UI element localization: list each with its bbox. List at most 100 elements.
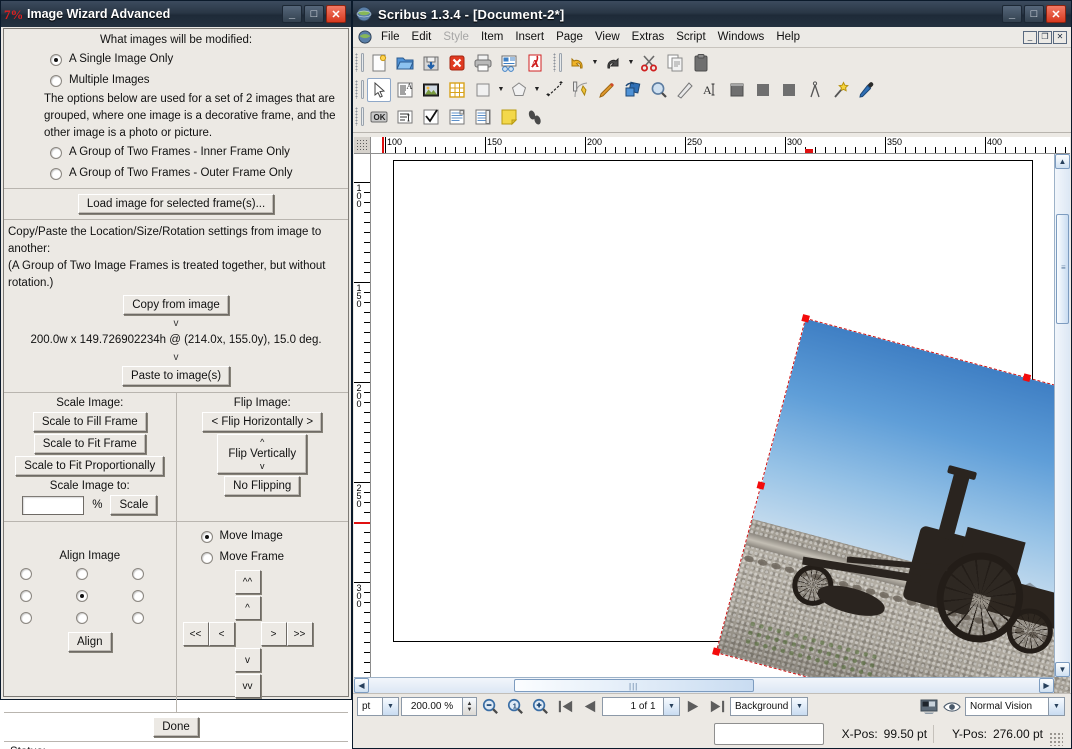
- print-preview-icon[interactable]: [497, 51, 521, 75]
- zoom-spinner[interactable]: ▲ ▼: [463, 697, 477, 716]
- zoom-out-icon[interactable]: [479, 696, 502, 718]
- menu-script[interactable]: Script: [670, 29, 711, 45]
- freehand-line-icon[interactable]: [595, 78, 619, 102]
- measurements-icon[interactable]: [751, 78, 775, 102]
- window-resize-grip[interactable]: [1049, 732, 1063, 746]
- align-cell-bottom-right[interactable]: [131, 612, 144, 624]
- print-icon[interactable]: [471, 51, 495, 75]
- redo-icon[interactable]: [601, 51, 625, 75]
- radio-multiple-images[interactable]: Multiple Images: [10, 70, 342, 91]
- undo-dropdown-icon[interactable]: ▼: [590, 51, 600, 75]
- align-cell-middle-center[interactable]: [75, 590, 88, 602]
- scribus-close-button[interactable]: ✕: [1046, 5, 1066, 23]
- scribus-minimize-button[interactable]: _: [1002, 5, 1022, 23]
- spinner-down-icon[interactable]: ▼: [467, 707, 473, 713]
- last-page-icon[interactable]: [706, 696, 728, 717]
- canvas-horizontal-scrollbar[interactable]: ◀ ||| ▶: [354, 677, 1054, 693]
- measure-compass-icon[interactable]: [803, 78, 827, 102]
- vertical-scroll-thumb[interactable]: ≡: [1056, 214, 1069, 324]
- move-right-button[interactable]: >: [260, 622, 287, 646]
- radio-inner-frame-only[interactable]: A Group of Two Frames - Inner Frame Only: [10, 142, 342, 163]
- zoom-in-icon[interactable]: [529, 696, 552, 718]
- scale-to-fit-frame-button[interactable]: Scale to Fit Frame: [33, 434, 146, 454]
- pdf-button-icon[interactable]: OK: [367, 105, 391, 129]
- pdf-text-field-icon[interactable]: [393, 105, 417, 129]
- vertical-ruler[interactable]: 1 0 0 1 5 0 2 0 0 2 5 0 3 0 0: [354, 154, 371, 693]
- paste-icon[interactable]: [689, 51, 713, 75]
- wizard-titlebar[interactable]: 7% Image Wizard Advanced _ □ ✕: [1, 1, 351, 27]
- mdi-close-button[interactable]: ✕: [1053, 30, 1067, 44]
- menu-view[interactable]: View: [589, 29, 626, 45]
- page-surface[interactable]: [371, 154, 1070, 693]
- insert-table-icon[interactable]: [445, 78, 469, 102]
- polygon-dropdown-icon[interactable]: ▼: [532, 78, 542, 102]
- paste-to-images-button[interactable]: Paste to image(s): [121, 366, 231, 386]
- mdi-restore-button[interactable]: ❐: [1038, 30, 1052, 44]
- insert-line-icon[interactable]: [543, 78, 567, 102]
- flip-vertically-button[interactable]: ^ Flip Vertically v: [217, 434, 308, 474]
- radio-indicator[interactable]: [50, 167, 62, 180]
- selected-image-frame[interactable]: [712, 314, 1070, 693]
- wizard-close-button[interactable]: ✕: [326, 5, 346, 23]
- move-down-big-button[interactable]: vv: [234, 674, 261, 698]
- pdf-link-annotation-icon[interactable]: [523, 105, 547, 129]
- first-page-icon[interactable]: [554, 696, 576, 717]
- layer-combo[interactable]: Background ▼: [730, 697, 808, 716]
- done-button[interactable]: Done: [153, 717, 199, 737]
- unit-combo[interactable]: pt ▼: [357, 697, 399, 716]
- scribus-titlebar[interactable]: Scribus 1.3.4 - [Document-2*] _ □ ✕: [353, 1, 1071, 27]
- undo-icon[interactable]: [565, 51, 589, 75]
- radio-single-image-only[interactable]: A Single Image Only: [10, 49, 342, 70]
- previous-page-icon[interactable]: [578, 696, 600, 717]
- align-cell-middle-right[interactable]: [131, 590, 144, 602]
- radio-move-frame[interactable]: Move Frame: [183, 547, 343, 568]
- pdf-list-box-icon[interactable]: [471, 105, 495, 129]
- toolbar-grip-pdf[interactable]: [355, 105, 364, 128]
- zoom-icon[interactable]: [647, 78, 671, 102]
- chevron-down-icon[interactable]: ▼: [382, 698, 398, 715]
- save-document-icon[interactable]: [419, 51, 443, 75]
- pdf-combo-box-icon[interactable]: [445, 105, 469, 129]
- page-chevron-down-icon[interactable]: ▼: [663, 698, 679, 715]
- pdf-annotation-icon[interactable]: [497, 105, 521, 129]
- ruler-corner[interactable]: [354, 137, 371, 154]
- move-up-button[interactable]: ^: [234, 596, 261, 620]
- document-canvas-area[interactable]: 100 150 200 250 300 350 400 1 0 0 1 5 0 2 0 0 2 5…: [354, 137, 1070, 693]
- radio-indicator[interactable]: [200, 530, 213, 543]
- insert-text-frame-icon[interactable]: A: [393, 78, 417, 102]
- insert-shape-icon[interactable]: [471, 78, 495, 102]
- rotate-item-icon[interactable]: [621, 78, 645, 102]
- menu-insert[interactable]: Insert: [509, 29, 550, 45]
- vision-chevron-down-icon[interactable]: ▼: [1048, 698, 1064, 715]
- next-page-icon[interactable]: [682, 696, 704, 717]
- scale-to-fill-frame-button[interactable]: Scale to Fill Frame: [32, 412, 147, 432]
- eye-dropper-icon[interactable]: [855, 78, 879, 102]
- radio-outer-frame-only[interactable]: A Group of Two Frames - Outer Frame Only: [10, 163, 342, 184]
- copy-item-properties-icon[interactable]: [777, 78, 801, 102]
- menu-edit[interactable]: Edit: [406, 29, 438, 45]
- magic-wand-icon[interactable]: [829, 78, 853, 102]
- resize-handle-bottom-left[interactable]: [712, 647, 721, 656]
- radio-indicator[interactable]: [50, 53, 62, 66]
- copy-from-image-button[interactable]: Copy from image: [123, 295, 229, 315]
- mdi-minimize-button[interactable]: _: [1023, 30, 1037, 44]
- cut-scissors-icon[interactable]: [637, 51, 661, 75]
- align-cell-bottom-center[interactable]: [75, 612, 88, 624]
- status-text-field[interactable]: [713, 722, 824, 745]
- insert-image-frame-icon[interactable]: [419, 78, 443, 102]
- horizontal-scroll-thumb[interactable]: |||: [514, 679, 754, 692]
- move-left-big-button[interactable]: <<: [182, 622, 209, 646]
- redo-dropdown-icon[interactable]: ▼: [626, 51, 636, 75]
- scroll-up-button[interactable]: ▲: [1055, 154, 1070, 169]
- menu-help[interactable]: Help: [770, 29, 806, 45]
- wizard-maximize-button[interactable]: □: [304, 5, 324, 23]
- preview-mode-icon[interactable]: [919, 699, 939, 715]
- scroll-right-button[interactable]: ▶: [1039, 678, 1054, 693]
- new-document-icon[interactable]: [367, 51, 391, 75]
- edit-contents-icon[interactable]: [673, 78, 697, 102]
- document-page[interactable]: [393, 160, 1070, 693]
- scale-percent-input[interactable]: [22, 495, 85, 515]
- pdf-checkbox-icon[interactable]: [419, 105, 443, 129]
- flip-horizontally-button[interactable]: < Flip Horizontally >: [202, 412, 323, 432]
- align-button[interactable]: Align: [67, 632, 112, 652]
